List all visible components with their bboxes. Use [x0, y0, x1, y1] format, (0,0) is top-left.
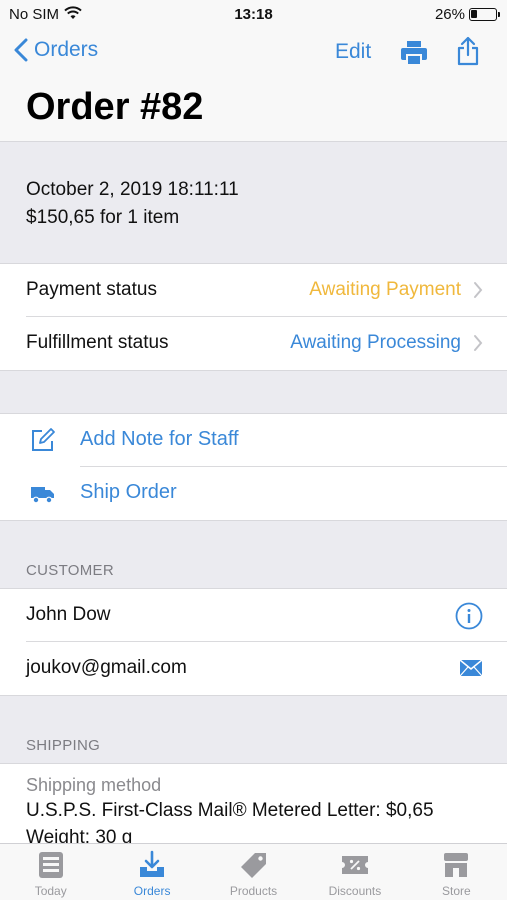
customer-section-header: CUSTOMER: [26, 562, 114, 579]
tab-orders-label: Orders: [133, 884, 171, 898]
info-icon[interactable]: [455, 602, 483, 636]
order-date: October 2, 2019 18:11:11: [26, 179, 239, 200]
actions-group: Add Note for Staff Ship Order: [0, 413, 507, 521]
edit-button[interactable]: Edit: [335, 40, 371, 64]
navigation-bar: Orders Edit Order #82: [0, 28, 507, 142]
print-icon[interactable]: [400, 40, 428, 71]
discount-icon: [341, 856, 368, 874]
tab-products[interactable]: Products: [203, 844, 304, 900]
add-note-label: Add Note for Staff: [80, 428, 239, 450]
chevron-right-icon: [474, 282, 483, 298]
status-bar: No SIM 13:18 26%: [0, 0, 507, 28]
ship-order-label: Ship Order: [80, 481, 177, 503]
payment-status-row[interactable]: Payment status Awaiting Payment: [0, 264, 507, 317]
tab-today[interactable]: Today: [0, 844, 101, 900]
shipping-details: Shipping method U.S.P.S. First-Class Mai…: [0, 763, 507, 843]
tab-orders[interactable]: Orders: [101, 844, 202, 900]
fulfillment-status-label: Fulfillment status: [26, 332, 169, 353]
tab-store[interactable]: Store: [406, 844, 507, 900]
payment-status-value: Awaiting Payment: [309, 279, 461, 300]
back-button[interactable]: Orders: [14, 38, 98, 62]
ship-order-button[interactable]: Ship Order: [0, 467, 507, 520]
page-title: Order #82: [26, 86, 204, 128]
shipping-method-label: Shipping method: [26, 775, 162, 795]
tab-bar: Today Orders Products Discounts Store: [0, 843, 507, 900]
shipping-weight: Weight: 30 g: [26, 827, 133, 843]
customer-email: joukov@gmail.com: [26, 657, 187, 678]
tab-discounts-label: Discounts: [328, 884, 382, 898]
order-total: $150,65 for 1 item: [26, 207, 180, 228]
order-summary: October 2, 2019 18:11:11 $150,65 for 1 i…: [0, 143, 507, 263]
customer-name-row[interactable]: John Dow: [0, 589, 507, 642]
today-icon: [38, 852, 63, 878]
fulfillment-status-row[interactable]: Fulfillment status Awaiting Processing: [0, 317, 507, 370]
truck-icon: [30, 480, 56, 512]
payment-status-label: Payment status: [26, 279, 157, 300]
orders-icon: [140, 850, 165, 877]
back-label: Orders: [34, 38, 99, 61]
fulfillment-status-value: Awaiting Processing: [290, 332, 461, 353]
chevron-right-icon: [474, 335, 483, 351]
clock: 13:18: [234, 6, 273, 23]
add-note-button[interactable]: Add Note for Staff: [0, 414, 507, 467]
edit-icon: [30, 427, 56, 459]
customer-name: John Dow: [26, 604, 111, 625]
customer-email-row[interactable]: joukov@gmail.com: [0, 642, 507, 695]
customer-group: John Dow joukov@gmail.com: [0, 588, 507, 696]
mail-icon[interactable]: [459, 659, 483, 683]
tab-discounts[interactable]: Discounts: [304, 844, 405, 900]
tab-products-label: Products: [229, 884, 278, 898]
share-icon[interactable]: [456, 36, 480, 71]
battery-percentage: 26%: [434, 6, 465, 23]
status-group: Payment status Awaiting Payment Fulfillm…: [0, 263, 507, 371]
store-icon: [444, 853, 469, 877]
tab-store-label: Store: [441, 884, 471, 898]
shipping-section-header: SHIPPING: [26, 737, 101, 754]
shipping-method-value: U.S.P.S. First-Class Mail® Metered Lette…: [26, 800, 434, 821]
tag-icon: [240, 853, 266, 878]
battery-icon: [469, 8, 500, 21]
chevron-left-icon: [14, 38, 28, 62]
tab-today-label: Today: [34, 884, 67, 898]
